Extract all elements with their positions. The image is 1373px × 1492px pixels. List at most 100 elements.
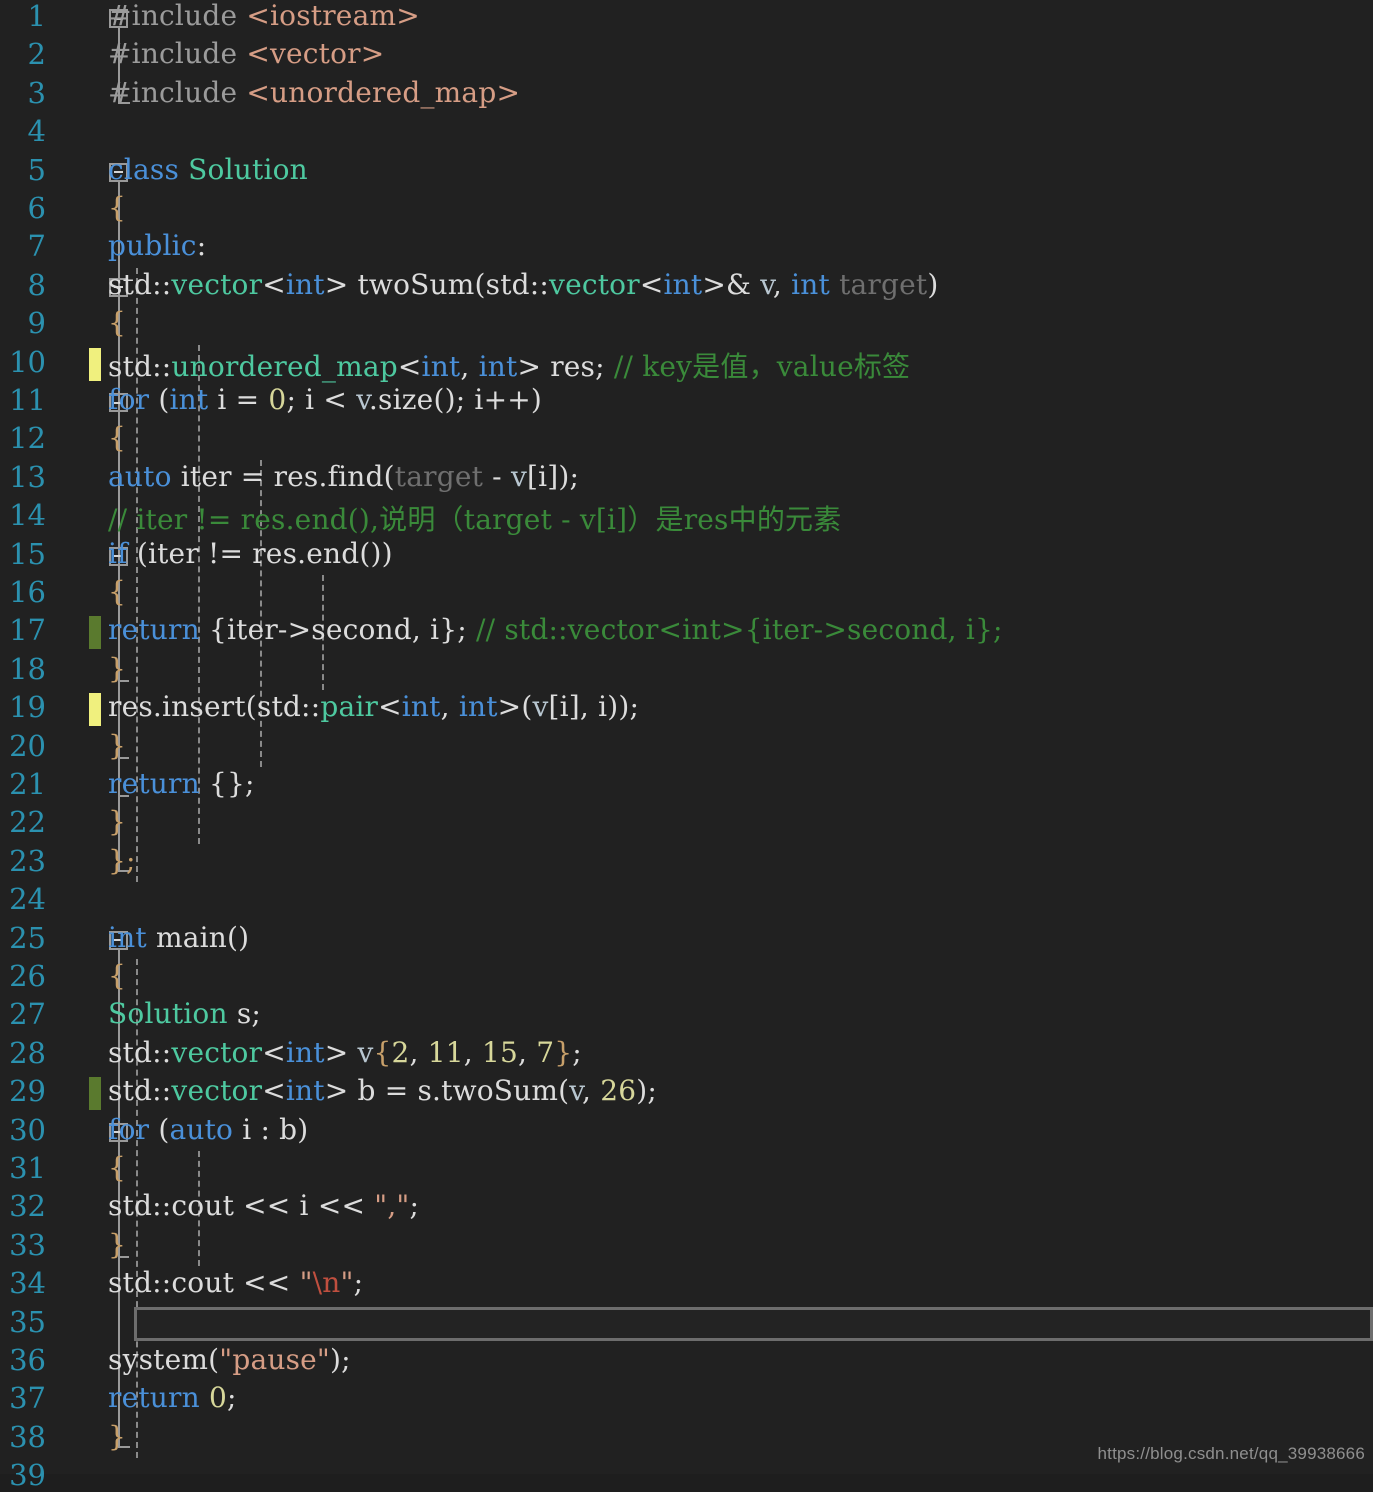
- line-number: 24: [9, 882, 46, 917]
- code-token: vector: [171, 267, 263, 301]
- code-token: 7: [536, 1035, 555, 1069]
- code-line[interactable]: class Solution: [108, 153, 308, 186]
- code-token: <iostream>: [246, 0, 420, 32]
- code-line[interactable]: {: [108, 191, 126, 224]
- line-number: 15: [9, 536, 46, 571]
- line-number: 26: [9, 959, 46, 993]
- code-token: return: [108, 613, 200, 647]
- code-line[interactable]: return 0;: [108, 1381, 237, 1414]
- code-token: (: [149, 383, 170, 416]
- code-line[interactable]: }: [108, 652, 126, 685]
- code-token: }: [108, 1227, 127, 1261]
- code-token: <unordered_map>: [246, 75, 521, 109]
- code-token: ",": [374, 1189, 410, 1223]
- code-token: int: [108, 920, 147, 954]
- line-number: 32: [9, 1189, 46, 1224]
- code-token: {: [108, 306, 127, 340]
- watermark-url: https://blog.csdn.net/qq_39938666: [1097, 1444, 1365, 1463]
- code-line[interactable]: #include <vector>: [108, 37, 384, 70]
- line-number: 4: [27, 114, 46, 149]
- code-token: i : b): [233, 1112, 309, 1146]
- code-line[interactable]: #include <unordered_map>: [108, 76, 520, 109]
- code-line[interactable]: }: [108, 805, 126, 838]
- line-number: 21: [9, 767, 46, 801]
- code-token: 2: [391, 1035, 410, 1069]
- code-token: res.insert(std::: [108, 690, 321, 724]
- code-line[interactable]: if (iter != res.end()): [108, 537, 393, 570]
- line-number: 31: [9, 1151, 46, 1185]
- code-line[interactable]: std::vector<int> b = s.twoSum(v, 26);: [108, 1074, 657, 1107]
- code-token: std::: [108, 1035, 172, 1069]
- line-number: 11: [9, 383, 46, 417]
- code-token: for: [108, 383, 150, 416]
- code-line[interactable]: {: [108, 959, 126, 992]
- code-token: >&: [702, 267, 761, 301]
- code-token: return: [108, 1381, 200, 1415]
- code-token: .size(); i++): [368, 383, 543, 416]
- line-number: 10: [9, 344, 46, 379]
- code-token: ,: [409, 1035, 428, 1069]
- code-token: {: [108, 1151, 127, 1184]
- code-token: v: [510, 459, 527, 493]
- code-token: if: [108, 536, 128, 570]
- code-token: for: [108, 1112, 150, 1146]
- code-line[interactable]: std::unordered_map<int, int> res; // key…: [108, 345, 910, 385]
- code-line[interactable]: };: [108, 844, 136, 877]
- code-token: ,: [518, 1035, 537, 1069]
- code-token: ,: [460, 349, 479, 383]
- code-line[interactable]: auto iter = res.find(target - v[i]);: [108, 460, 579, 493]
- code-line[interactable]: int main(): [108, 921, 249, 954]
- code-token: 0: [208, 1381, 227, 1415]
- code-line[interactable]: std::vector<int> v{2, 11, 15, 7};: [108, 1036, 582, 1069]
- code-line[interactable]: system("pause");: [108, 1343, 351, 1376]
- line-number: 14: [9, 498, 46, 533]
- code-line[interactable]: return {iter->second, i}; // std::vector…: [108, 613, 1003, 646]
- code-token: ": [340, 1266, 354, 1300]
- code-line[interactable]: for (int i = 0; i < v.size(); i++): [108, 383, 542, 416]
- code-token: ): [927, 267, 939, 301]
- code-line[interactable]: res.insert(std::pair<int, int>(v[i], i))…: [108, 690, 639, 723]
- code-line[interactable]: {: [108, 575, 126, 608]
- code-line[interactable]: for (auto i : b): [108, 1113, 308, 1146]
- code-line[interactable]: #include <iostream>: [108, 0, 420, 32]
- code-editor[interactable]: 1 2 3 4 5 6 7 8 9 10 11 12 13 14 15 16 17 18 19 20 21 22 23 24 2…: [0, 0, 1373, 1492]
- code-token: // key是值，value标签: [613, 349, 911, 383]
- code-line[interactable]: // iter != res.end(),说明（target - v[i]）是r…: [108, 498, 841, 538]
- line-number: 29: [9, 1074, 46, 1109]
- code-line[interactable]: }: [108, 1228, 126, 1261]
- code-token: {: [108, 575, 127, 608]
- code-token: }: [108, 805, 127, 839]
- code-line[interactable]: {: [108, 421, 126, 454]
- code-token: {: [373, 1035, 392, 1069]
- code-token: );: [636, 1074, 657, 1108]
- code-line[interactable]: }: [108, 729, 126, 762]
- code-line[interactable]: {: [108, 306, 126, 339]
- code-token: ;: [353, 1266, 364, 1300]
- code-token: v: [532, 690, 549, 724]
- code-token: -: [483, 459, 511, 493]
- line-number: 28: [9, 1035, 46, 1070]
- code-token: auto: [108, 459, 172, 493]
- code-token: vector: [171, 1074, 263, 1108]
- code-line[interactable]: public:: [108, 229, 206, 262]
- code-line[interactable]: {: [108, 1151, 126, 1184]
- code-token: system(: [108, 1343, 220, 1376]
- code-line[interactable]: std::vector<int> twoSum(std::vector<int>…: [108, 268, 938, 301]
- code-line[interactable]: std::cout << i << ",";: [108, 1189, 419, 1222]
- code-line[interactable]: std::cout << "\n";: [108, 1266, 363, 1299]
- code-line[interactable]: }: [108, 1420, 126, 1453]
- code-token: main(): [146, 920, 250, 954]
- code-token: 0: [268, 383, 287, 416]
- code-token: // iter != res.end(),说明（target - v[i]）是r…: [108, 503, 842, 537]
- code-token: pair: [320, 690, 379, 724]
- code-token: );: [330, 1343, 351, 1376]
- code-line[interactable]: return {};: [108, 767, 255, 800]
- change-marker: [89, 616, 101, 650]
- code-token: <: [397, 349, 422, 383]
- code-token: ,: [772, 267, 792, 301]
- code-token: ; i <: [286, 383, 357, 416]
- code-token: {: [108, 959, 127, 992]
- code-line[interactable]: Solution s;: [108, 997, 261, 1030]
- code-token: // std::vector<int>{iter->second, i};: [476, 613, 1003, 647]
